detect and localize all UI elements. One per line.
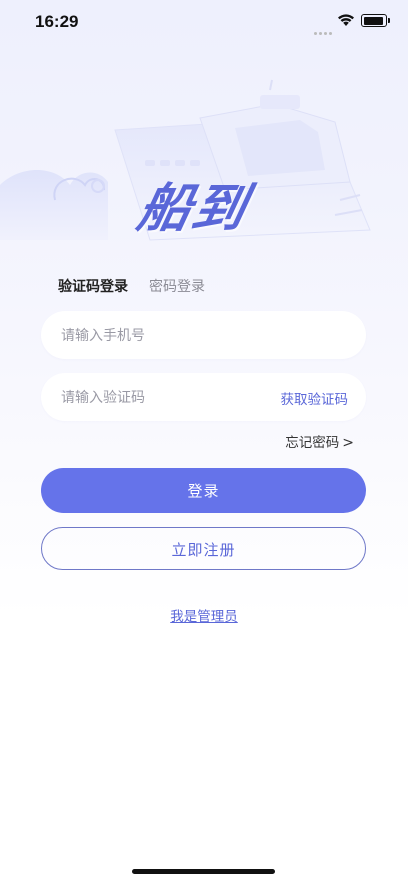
brand-logo: 船到 [132, 179, 254, 239]
chevron-right-icon: > [342, 435, 354, 451]
home-indicator [132, 869, 275, 874]
wifi-icon [337, 12, 355, 31]
status-bar: 16:29 [0, 0, 408, 44]
tab-password-login[interactable]: 密码登录 [149, 276, 205, 296]
status-time: 16:29 [35, 12, 79, 31]
code-field: 获取验证码 [41, 373, 366, 423]
phone-field [41, 311, 366, 361]
login-button[interactable]: 登录 [41, 468, 366, 513]
phone-input[interactable] [59, 311, 353, 361]
get-code-button[interactable]: 获取验证码 [281, 388, 349, 408]
signal-dots-icon [314, 20, 334, 39]
verification-code-input[interactable] [59, 373, 263, 423]
tab-sms-login[interactable]: 验证码登录 [58, 276, 128, 296]
forgot-password-label: 忘记密码 [285, 435, 340, 451]
battery-icon [361, 14, 390, 27]
admin-link[interactable]: 我是管理员 [0, 605, 408, 625]
register-button[interactable]: 立即注册 [41, 527, 366, 570]
forgot-password-link[interactable]: 忘记密码 > [285, 431, 354, 451]
